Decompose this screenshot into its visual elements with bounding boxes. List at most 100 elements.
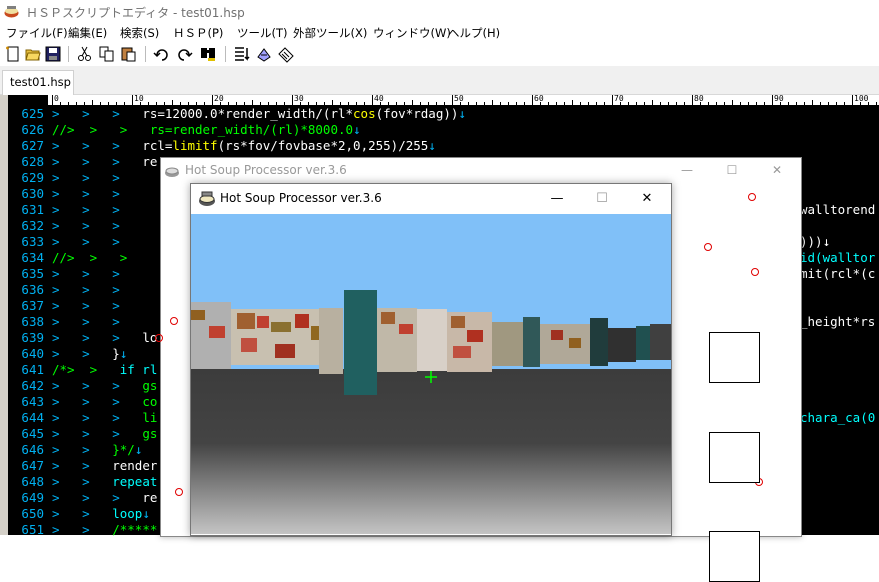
wall-block [257,316,269,328]
wall-block [608,328,636,362]
floor [191,369,671,534]
indent-marker: > > > [52,394,143,409]
column-ruler: 0 10 20 30 40 50 60 70 80 90 100 [48,94,879,106]
line-number: 641 [21,362,44,377]
indent-marker: > > > [52,378,143,393]
menu-file[interactable]: ファイル(F) [6,25,68,41]
indent-marker: > > [52,474,113,489]
raycast-viewport[interactable] [191,214,671,534]
undo-icon[interactable] [153,45,171,63]
code-line[interactable]: 627 > > > rcl=limitf(rs*fov/fovbase*2,0,2… [0,138,879,154]
tab-strip: test01.hsp [0,66,879,95]
hsp-window-front[interactable]: Hot Soup Processor ver.3.6 — ☐ ✕ [190,183,672,536]
menu-window[interactable]: ウィンドウ(W) [373,25,451,41]
ruler-tick [468,102,469,105]
ruler-tick [172,100,173,105]
ruler-tick [148,102,149,105]
menu-hsp[interactable]: ＨＳＰ(P) [173,25,223,41]
menu-help[interactable]: ヘルプ(H) [448,25,500,41]
code-fragment: _height*rs [800,314,876,329]
indent-marker: /*> > [52,362,120,377]
line-content: > > > [52,234,142,250]
code-line[interactable]: 626 //> > > rs=render_width/(rl)*8000.0↓ [0,122,879,138]
cut-icon[interactable] [76,45,94,63]
indent-marker: //> > > [52,250,150,265]
hsp-app-icon[interactable] [4,4,19,19]
save-icon[interactable] [44,45,62,63]
line-content: > > loop↓ [52,506,150,522]
line-content: > > > [52,282,142,298]
debug-icon[interactable] [277,45,295,63]
line-number: 640 [21,346,44,361]
ruler-label: 30 [294,94,304,103]
redo-icon[interactable] [175,45,193,63]
line-number: 629 [21,170,44,185]
ruler-tick [228,102,229,105]
wall-block [275,344,295,358]
ruler-tick [820,102,821,105]
code-token: render [112,458,158,473]
code-token: re [142,154,158,169]
menu-edit[interactable]: 編集(E) [68,25,107,41]
paste-icon[interactable] [120,45,138,63]
copy-icon[interactable] [98,45,116,63]
hsp-window-icon [199,191,215,206]
line-number: 635 [21,266,44,281]
ruler-tick [84,102,85,105]
back-window-title: Hot Soup Processor ver.3.6 [185,163,347,177]
ruler-tick [844,102,845,105]
compile-icon[interactable] [255,45,273,63]
ruler-label: 80 [694,94,704,103]
menu-search[interactable]: 検索(S) [120,25,159,41]
line-content: //> > > rs=render_width/(rl)*8000.0↓ [52,122,361,138]
ruler-tick [764,102,765,105]
menu-external-tools[interactable]: 外部ツール(X) [293,25,367,41]
back-close-button[interactable]: ✕ [767,161,787,179]
line-content: > > }*/↓ [52,442,142,458]
back-maximize-button[interactable]: ☐ [722,161,742,179]
map-dot [175,488,183,496]
pillar [344,290,377,395]
new-file-icon[interactable] [4,45,22,63]
ruler-tick [836,102,837,105]
back-window-titlebar[interactable]: Hot Soup Processor ver.3.6 — ☐ ✕ [161,158,801,184]
ruler-tick [644,102,645,105]
tab-test01[interactable]: test01.hsp [2,70,74,95]
ruler-tick [812,100,813,105]
search-replace-icon[interactable] [199,45,217,63]
ruler-tick [180,102,181,105]
ruler-tick [60,102,61,105]
code-token: ↓ [353,122,361,137]
front-close-button[interactable]: ✕ [633,189,661,209]
code-line[interactable]: 625 > > > rs=12000.0*render_width/(rl*cos… [0,106,879,122]
code-fragment: mit(rcl*(c [800,266,876,281]
ruler-tick [484,102,485,105]
line-number: 646 [21,442,44,457]
menu-tools[interactable]: ツール(T) [237,25,288,41]
line-content: > > /***** [52,522,157,538]
ruler-tick [500,102,501,105]
run-list-icon[interactable] [233,45,251,63]
line-content: > > > gs [52,378,157,394]
line-content: > > > rs=12000.0*render_width/(rl*cos(fo… [52,106,466,122]
ruler-tick [116,102,117,105]
code-token: ↓ [119,346,128,361]
line-number: 636 [21,282,44,297]
line-number: 626 [21,122,44,137]
line-number: 648 [21,474,44,489]
front-minimize-button[interactable]: — [543,189,571,209]
hsp-window-icon [165,167,179,177]
front-maximize-button[interactable]: ☐ [588,189,616,209]
ruler-tick [596,102,597,105]
indent-marker: > > > [52,186,143,201]
open-file-icon[interactable] [24,45,42,63]
ruler-tick [604,102,605,105]
line-number: 637 [21,298,44,313]
toolbar-separator [225,46,226,62]
back-minimize-button[interactable]: — [677,161,697,179]
ruler-tick [100,102,101,105]
indent-marker: > > > [52,282,143,297]
line-content: > > > rcl=limitf(rs*fov/fovbase*2,0,255)… [52,138,436,154]
ruler-tick [684,102,685,105]
front-window-titlebar[interactable]: Hot Soup Processor ver.3.6 — ☐ ✕ [191,184,671,214]
